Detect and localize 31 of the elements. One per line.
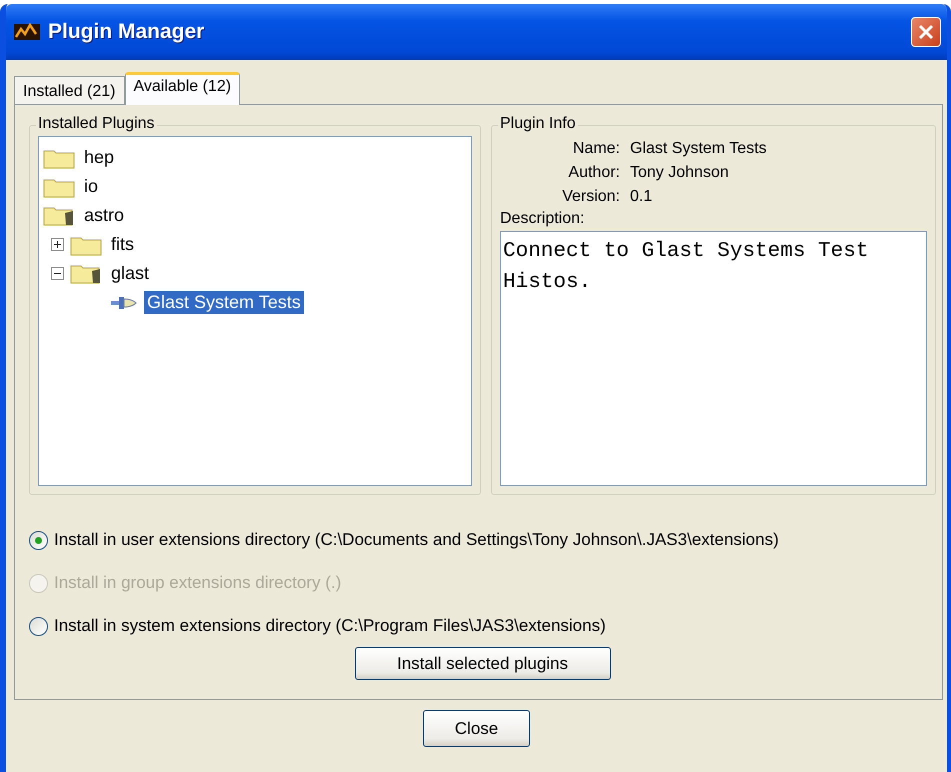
group-title: Plugin Info [498,115,578,133]
description-text-area[interactable]: Connect to Glast Systems Test Histos. [500,231,927,486]
field-label: Name: [572,140,620,158]
close-button[interactable]: Close [423,710,530,747]
field-value: Glast System Tests [630,140,768,158]
install-button[interactable]: Install selected plugins [354,647,610,680]
field-value: Tony Johnson [630,164,730,182]
expand-icon[interactable] [51,238,64,251]
close-icon[interactable] [911,17,941,47]
field-label: Author: [567,164,620,182]
radio-label[interactable]: Install in system extensions directory (C:\Program Files\JAS3\extensions) [54,616,606,636]
radio-button[interactable] [29,616,48,636]
tree-item[interactable]: fits [108,233,138,256]
radio-button[interactable] [29,530,48,550]
app-logo-icon [14,22,40,42]
description-label: Description: [500,210,586,228]
tab[interactable]: Installed (21) [14,76,124,104]
collapse-icon[interactable] [51,267,64,280]
group-title: Installed Plugins [36,115,157,133]
tree-item[interactable]: hep [81,146,118,169]
tree-item[interactable]: astro [81,204,128,227]
window-title: Plugin Manager [48,20,206,44]
open-folder-icon [43,204,75,226]
tree-item[interactable]: glast [108,262,152,285]
open-folder-icon [70,262,102,284]
field-value: 0.1 [630,188,654,206]
tab[interactable]: Available (12) [124,72,240,105]
tree-item[interactable]: io [81,175,102,198]
radio-label[interactable]: Install in user extensions directory (C:\Documents and Settings\Tony Johnson\.JAS3\extensions) [54,530,779,550]
field-label: Version: [561,188,620,206]
tree-item[interactable]: Glast System Tests [144,291,304,314]
